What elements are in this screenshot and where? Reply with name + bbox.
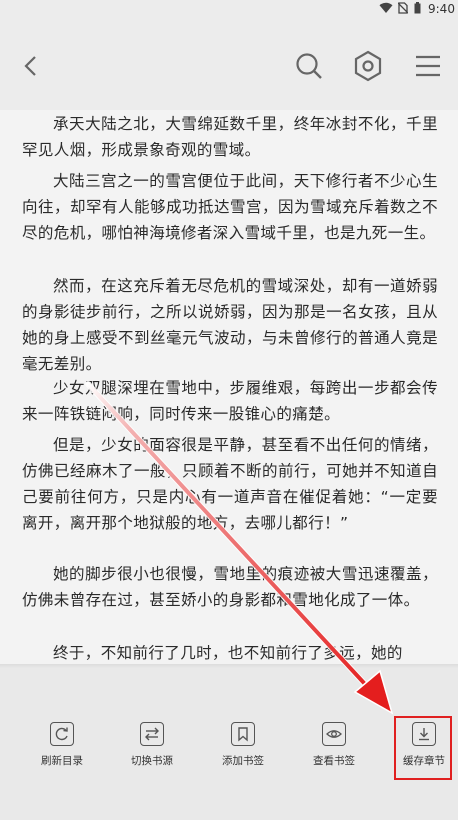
paragraph: 终于，不知前行了几时，也不知前行了多远，她的 [53,644,403,662]
refresh-catalog-label: 刷新目录 [41,755,83,767]
add-bookmark-button[interactable]: 添加书签 [208,716,278,776]
back-button[interactable] [14,48,50,84]
paragraph: 她的脚步很小也很慢，雪地里的痕迹被大雪迅速覆盖，仿佛未曾存在过，甚至娇小的身影都… [22,565,438,609]
highlight-box [394,716,452,780]
battery-icon [414,2,421,14]
top-toolbar [0,18,458,110]
status-time: 9:40 [428,2,455,16]
toolbar-shadow [0,664,458,668]
back-arrow-icon [24,56,36,76]
view-bookmarks-label: 查看书签 [313,755,355,767]
paragraph: 然而，在这充斥着无尽危机的雪域深处，却有一道娇弱的身影徒步前行，之所以说娇弱，因… [22,277,438,373]
view-bookmarks-button[interactable]: 查看书签 [299,716,369,776]
refresh-icon [50,722,74,746]
eye-icon [322,722,346,746]
settings-hexagon-icon [354,50,382,82]
wifi-icon [379,2,393,14]
search-icon [296,53,322,79]
switch-source-label: 切换书源 [131,755,173,767]
settings-button[interactable] [350,48,386,84]
refresh-catalog-button[interactable]: 刷新目录 [27,716,97,776]
paragraph: 大陆三宫之一的雪宫便位于此间，天下修行者不少心生向往，却罕有人能够成功抵达雪宫，… [22,172,438,242]
swap-icon [140,722,164,746]
paragraph: 但是，少女的面容很是平静，甚至看不出任何的情绪，仿佛已经麻木了一般，只顾着不断的… [22,436,438,532]
menu-icon [416,55,440,77]
no-sim-icon [398,2,408,14]
bookmark-icon [231,722,255,746]
paragraph: 少女双腿深埋在雪地中，步履维艰，每跨出一步都会传来一阵铁链闷响，同时传来一股锥心… [22,379,438,423]
status-bar: 9:40 [0,0,458,18]
reader-screen: 9:40 承天大陆之北，大雪绵延数千里，终年冰封不化，千里罕见人烟，形成景象奇观… [0,0,458,820]
search-button[interactable] [291,48,327,84]
switch-source-button[interactable]: 切换书源 [117,716,187,776]
add-bookmark-label: 添加书签 [222,755,264,767]
menu-button[interactable] [410,48,446,84]
chapter-content: 承天大陆之北，大雪绵延数千里，终年冰封不化，千里罕见人烟，形成景象奇观的雪域。 … [0,110,458,670]
paragraph: 承天大陆之北，大雪绵延数千里，终年冰封不化，千里罕见人烟，形成景象奇观的雪域。 [22,115,438,159]
bottom-toolbar: 刷新目录 切换书源 添加书签 查看书签 缓存章节 [0,664,458,820]
